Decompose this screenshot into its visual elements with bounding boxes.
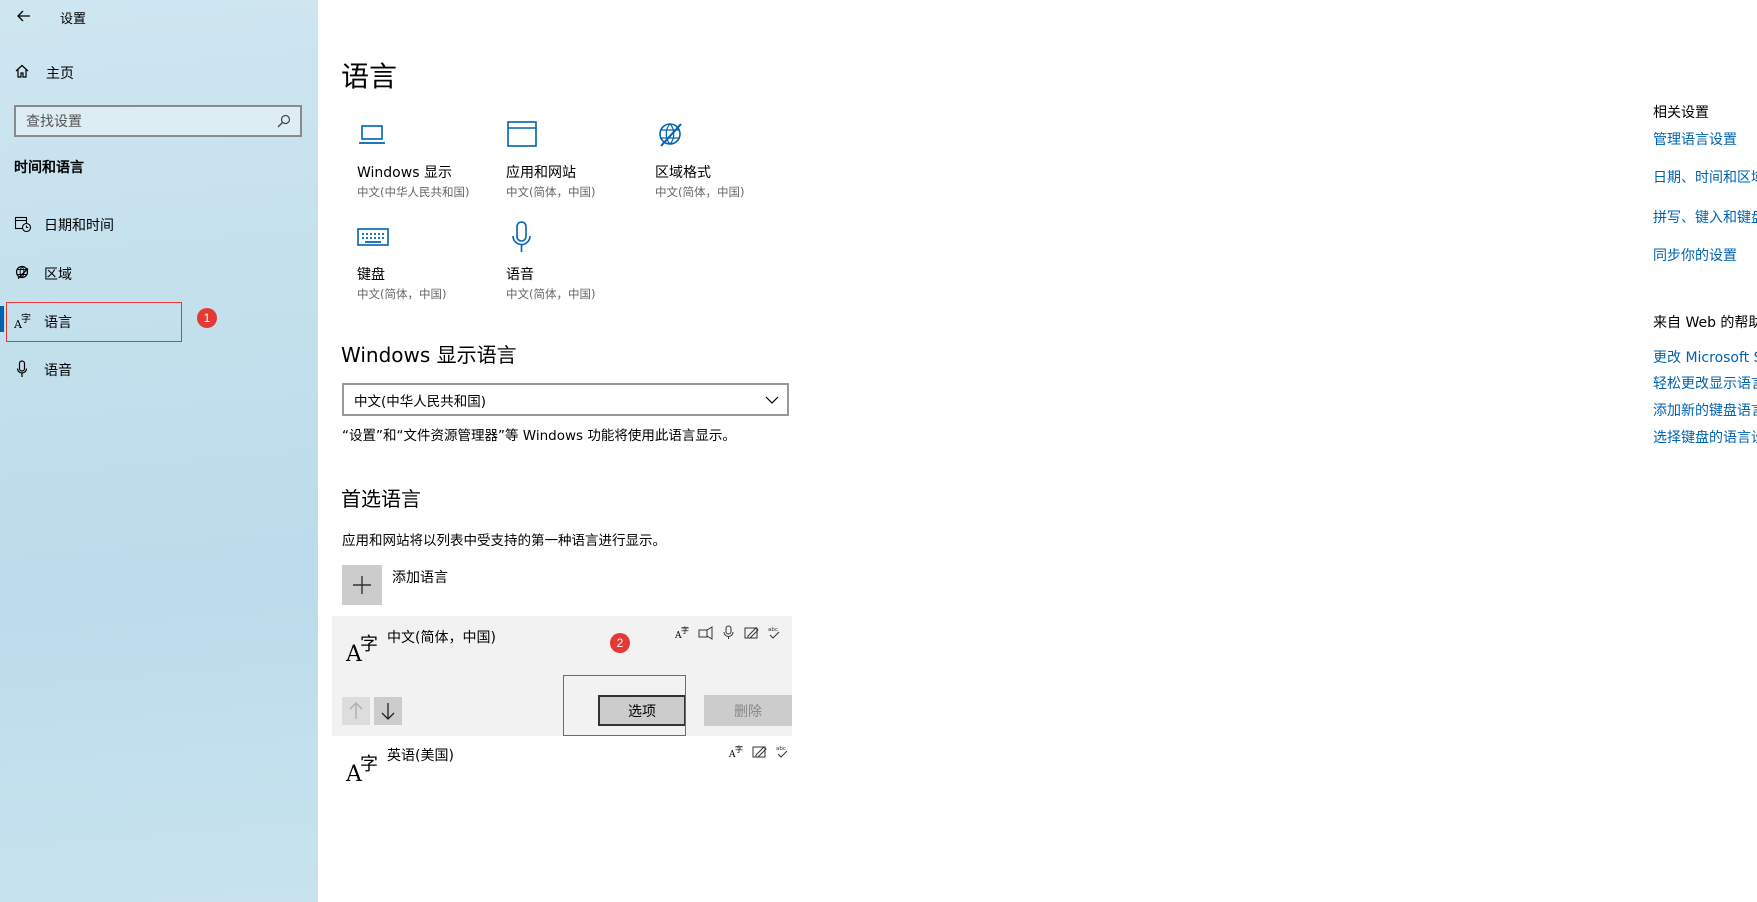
display-language-note: “设置”和“文件资源管理器”等 Windows 功能将使用此语言显示。 <box>342 428 736 444</box>
sidebar-item-speech[interactable]: 语音 <box>0 349 318 389</box>
globe-icon <box>14 264 32 282</box>
annotation-highlight-2 <box>563 675 686 736</box>
plus-icon <box>342 565 382 605</box>
svg-text:字: 字 <box>735 744 743 754</box>
related-link[interactable]: 同步你的设置 <box>1653 245 1737 265</box>
home-button[interactable]: 主页 <box>14 61 304 85</box>
tile-subtitle: 中文(简体，中国) <box>655 185 745 199</box>
tile-windows-display[interactable]: Windows 显示 中文(中华人民共和国) <box>357 119 507 211</box>
related-settings-heading: 相关设置 <box>1653 105 1709 121</box>
keyboard-icon <box>357 221 389 253</box>
tile-speech[interactable]: 语音 中文(简体，中国) <box>506 221 656 313</box>
chevron-down-icon <box>765 393 779 407</box>
sidebar-item-date-time[interactable]: 日期和时间 <box>0 204 318 244</box>
sidebar-item-region[interactable]: 区域 <box>0 253 318 293</box>
tile-subtitle: 中文(简体，中国) <box>506 287 596 301</box>
preferred-language-note: 应用和网站将以列表中受支持的第一种语言进行显示。 <box>342 533 666 549</box>
svg-text:abc: abc <box>768 627 778 633</box>
handwriting-feature-icon <box>752 744 767 759</box>
add-language-label: 添加语言 <box>392 570 448 586</box>
preferred-language-heading: 首选语言 <box>341 487 421 511</box>
region-format-icon <box>655 119 687 151</box>
search-placeholder: 查找设置 <box>26 114 82 130</box>
svg-text:abc: abc <box>776 746 786 752</box>
display-language-heading: Windows 显示语言 <box>341 343 517 367</box>
add-language-button[interactable]: 添加语言 <box>342 565 448 605</box>
window-icon <box>506 119 538 151</box>
tile-apps-websites[interactable]: 应用和网站 中文(简体，中国) <box>506 119 656 211</box>
main-content: 语言 Windows 显示 中文(中华人民共和国) 应用和网站 中文(简体，中国… <box>318 0 1618 902</box>
home-icon <box>14 63 30 83</box>
language-features: A字 abc <box>674 625 782 641</box>
back-arrow-icon[interactable] <box>14 6 34 26</box>
annotation-highlight-1 <box>6 302 182 342</box>
spellcheck-feature-icon: abc <box>767 625 782 640</box>
display-language-dropdown[interactable]: 中文(中华人民共和国) <box>342 383 789 416</box>
related-link[interactable]: 拼写、键入和键盘 <box>1653 207 1757 227</box>
language-name: 英语(美国) <box>387 748 454 764</box>
tile-title: 区域格式 <box>655 165 711 181</box>
remove-button[interactable]: 删除 <box>704 695 792 726</box>
sidebar-item-label: 日期和时间 <box>44 218 114 234</box>
related-link[interactable]: 管理语言设置 <box>1653 129 1737 149</box>
sidebar-item-label: 语音 <box>44 363 72 379</box>
related-link[interactable]: 日期、时间和区域 <box>1653 167 1757 187</box>
sidebar: 设置 主页 查找设置 时间和语言 日期和时间 区域 A字 语言 语音 1 <box>0 0 318 902</box>
web-help-link[interactable]: 轻松更改显示语言 <box>1653 373 1757 393</box>
annotation-badge-2: 2 <box>610 633 630 653</box>
home-label: 主页 <box>46 66 74 82</box>
display-language-feature-icon: A字 <box>674 625 690 641</box>
language-glyph-icon: A 字 <box>346 634 378 667</box>
language-glyph-icon: A 字 <box>346 754 378 787</box>
tile-subtitle: 中文(简体，中国) <box>506 185 596 199</box>
calendar-clock-icon <box>14 215 32 233</box>
tile-regional-format[interactable]: 区域格式 中文(简体，中国) <box>655 119 805 211</box>
page-title: 语言 <box>341 60 398 93</box>
web-help-heading: 来自 Web 的帮助 <box>1653 315 1757 331</box>
sidebar-item-label: 区域 <box>44 267 72 283</box>
microphone-icon <box>14 360 32 378</box>
language-item-english[interactable]: A 字 英语(美国) A字 abc <box>332 736 792 787</box>
move-up-button[interactable] <box>342 697 370 725</box>
language-item-chinese[interactable]: A 字 中文(简体，中国) A字 abc 选项 删除 <box>332 616 792 736</box>
web-help-link[interactable]: 选择键盘的语言设置 <box>1653 427 1757 447</box>
web-help-link[interactable]: 添加新的键盘语言 <box>1653 400 1757 420</box>
text-to-speech-feature-icon <box>698 625 713 640</box>
arrow-down-icon <box>374 703 402 729</box>
move-down-button[interactable] <box>374 697 402 725</box>
svg-text:字: 字 <box>681 625 689 635</box>
tile-title: 键盘 <box>357 267 385 283</box>
app-title: 设置 <box>60 12 87 27</box>
spellcheck-feature-icon: abc <box>775 744 790 759</box>
search-icon[interactable] <box>276 113 292 129</box>
tile-subtitle: 中文(简体，中国) <box>357 287 447 301</box>
speech-recognition-feature-icon <box>721 625 736 640</box>
annotation-badge-1: 1 <box>197 308 217 328</box>
tile-title: 应用和网站 <box>506 165 576 181</box>
title-bar: 设置 <box>0 0 318 32</box>
display-language-feature-icon: A字 <box>728 744 744 760</box>
tile-title: 语音 <box>506 267 534 283</box>
language-name: 中文(简体，中国) <box>387 630 496 646</box>
tile-subtitle: 中文(中华人民共和国) <box>357 185 470 199</box>
laptop-icon <box>357 119 389 151</box>
web-help-link[interactable]: 更改 Microsoft Store <box>1653 347 1757 367</box>
search-input[interactable]: 查找设置 <box>14 105 302 137</box>
language-features: A字 abc <box>728 744 790 760</box>
handwriting-feature-icon <box>744 625 759 640</box>
related-settings-panel: 相关设置 管理语言设置 日期、时间和区域 拼写、键入和键盘 同步你的设置 来自 … <box>1653 0 1757 902</box>
section-title: 时间和语言 <box>14 160 84 176</box>
dropdown-value: 中文(中华人民共和国) <box>354 393 487 410</box>
tile-title: Windows 显示 <box>357 165 452 181</box>
arrow-up-icon <box>342 702 370 729</box>
tile-keyboard[interactable]: 键盘 中文(简体，中国) <box>357 221 507 313</box>
microphone-icon <box>506 221 538 253</box>
